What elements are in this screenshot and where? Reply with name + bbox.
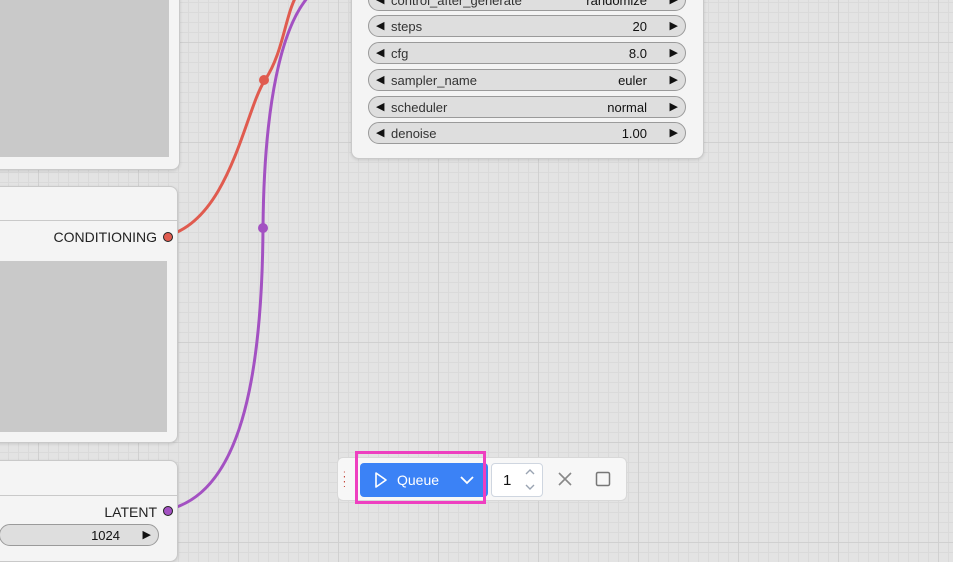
node-title-divider [0,495,177,496]
conditioning-output-slot[interactable] [163,232,173,242]
chevron-down-icon[interactable] [459,474,475,486]
widget-value: 1.00 [621,126,647,141]
chevron-down-icon[interactable] [524,482,536,492]
conditioning-output-label: CONDITIONING [53,229,157,245]
widget-name: cfg [391,46,409,61]
widget-name: scheduler [391,100,448,115]
widget-name: steps [391,19,423,34]
decrement-arrow-icon[interactable]: ◀ [376,126,384,139]
latent-node[interactable]: LATENT 1024 ▶ [0,460,178,562]
widget-name: denoise [391,126,437,141]
queue-button[interactable]: Queue [360,463,488,497]
close-icon[interactable] [556,470,574,488]
widget-name: control_after_generate [391,0,522,8]
latent-link[interactable] [165,0,315,512]
decrement-arrow-icon[interactable]: ◀ [376,0,384,6]
increment-arrow-icon[interactable]: ▶ [670,0,678,6]
widget-value: 20 [632,19,647,34]
latent-output-slot[interactable] [163,506,173,516]
batch-count-stepper[interactable]: 1 [491,463,543,497]
widget-denoise[interactable]: ◀ denoise 1.00 ▶ [368,122,686,144]
widget-value: randomize [586,0,647,8]
ksampler-node[interactable]: ◀ control_after_generate randomize ▶ ◀ s… [351,0,704,159]
latent-output-label: LATENT [104,504,157,520]
widget-cfg[interactable]: ◀ cfg 8.0 ▶ [368,42,686,64]
conditioning-link-midpoint[interactable] [259,75,269,85]
conditioning-link[interactable] [165,0,300,238]
increment-arrow-icon[interactable]: ▶ [670,19,678,32]
increment-arrow-icon[interactable]: ▶ [670,126,678,139]
widget-value: normal [607,100,647,115]
image-preview [0,0,169,157]
widget-value: 8.0 [628,46,647,61]
play-icon [375,472,387,488]
latent-link-midpoint[interactable] [258,223,268,233]
widget-scheduler[interactable]: ◀ scheduler normal ▶ [368,96,686,118]
widget-sampler-name[interactable]: ◀ sampler_name euler ▶ [368,69,686,91]
increment-arrow-icon[interactable]: ▶ [670,100,678,113]
widget-value: euler [618,73,647,88]
widget-steps[interactable]: ◀ steps 20 ▶ [368,15,686,37]
drag-handle-icon[interactable]: ::: [343,470,351,490]
decrement-arrow-icon[interactable]: ◀ [376,100,384,113]
widget-control-after-generate[interactable]: ◀ control_after_generate randomize ▶ [368,0,686,11]
queue-button-label: Queue [397,472,440,488]
increment-arrow-icon[interactable]: ▶ [670,73,678,86]
chevron-up-icon[interactable] [524,467,536,477]
conditioning-preview [0,261,167,432]
decrement-arrow-icon[interactable]: ◀ [376,46,384,59]
image-node[interactable] [0,0,180,170]
increment-arrow-icon[interactable]: ▶ [670,46,678,59]
decrement-arrow-icon[interactable]: ◀ [376,73,384,86]
conditioning-node[interactable]: CONDITIONING [0,186,178,443]
latent-widget[interactable]: 1024 ▶ [0,524,159,546]
batch-count-value[interactable]: 1 [503,472,511,489]
widget-name: sampler_name [391,73,477,88]
node-title-divider [0,220,177,221]
queue-toolbar: ::: Queue 1 [337,457,627,501]
stop-icon[interactable] [594,470,612,488]
decrement-arrow-icon[interactable]: ◀ [376,19,384,32]
increment-arrow-icon[interactable]: ▶ [143,528,151,541]
